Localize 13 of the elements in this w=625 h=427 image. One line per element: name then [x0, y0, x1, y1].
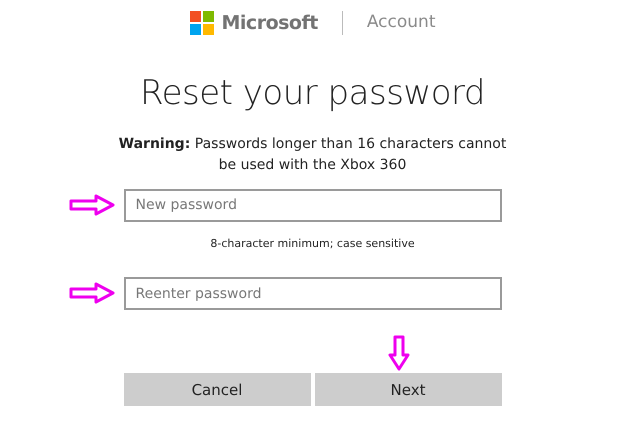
brand-name: Microsoft: [222, 10, 318, 36]
logo-icon: [190, 11, 214, 35]
arrow-icon: [68, 194, 116, 216]
cancel-button[interactable]: Cancel: [124, 373, 310, 406]
warning-text: Warning: Passwords longer than 16 characters cannot be used with the Xbox 360: [118, 134, 508, 175]
password-field[interactable]: New password: [124, 188, 502, 222]
arrow-icon: [388, 335, 410, 372]
page-title: Reset your password: [139, 73, 486, 114]
section-name: Account: [366, 11, 436, 34]
next-button[interactable]: Next: [314, 373, 502, 406]
hint-text: 8-character minimum; case sensitive: [209, 236, 416, 252]
password-field[interactable]: Reenter password: [124, 277, 502, 310]
arrow-icon: [68, 282, 116, 304]
